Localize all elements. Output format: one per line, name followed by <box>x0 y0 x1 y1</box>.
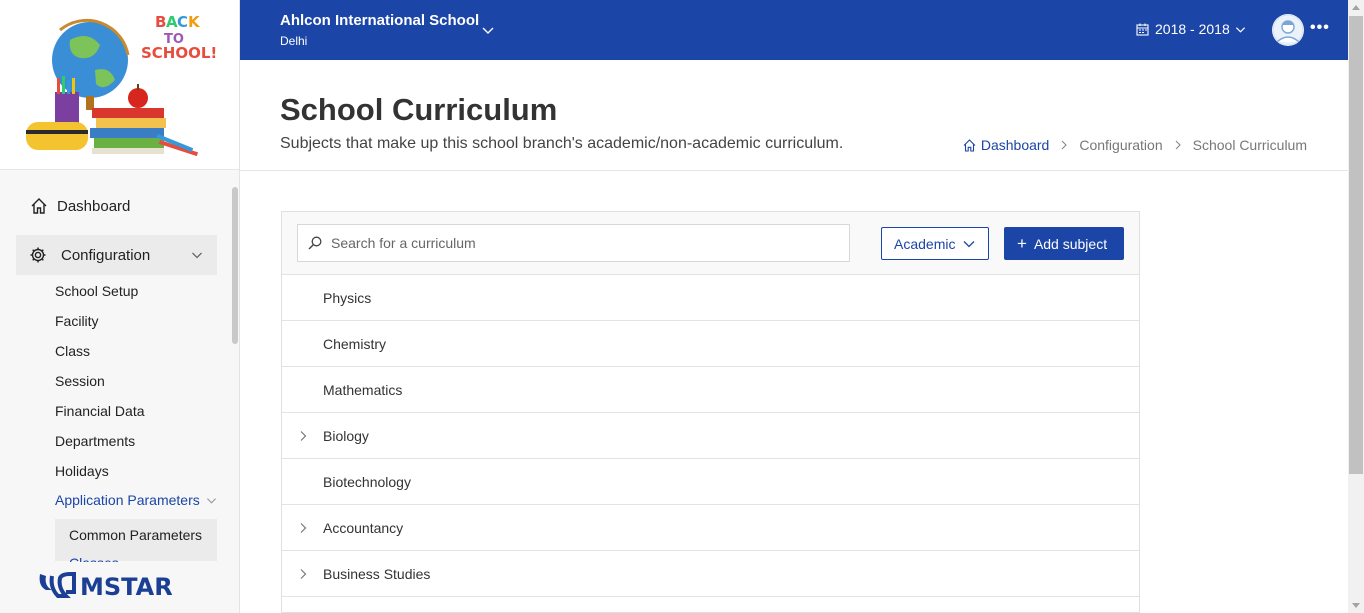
chevron-right-icon <box>1061 140 1068 150</box>
scroll-down-arrow-icon[interactable] <box>1352 603 1360 608</box>
subject-row-chemistry[interactable]: Chemistry <box>282 321 1139 367</box>
sidebar-subitem-class[interactable]: Class <box>55 343 90 359</box>
sidebar-scrollbar[interactable] <box>232 187 238 344</box>
sidebar-subitem-facility[interactable]: Facility <box>55 313 99 329</box>
user-avatar-icon <box>1272 14 1304 46</box>
sidebar-item-dashboard[interactable]: Dashboard <box>16 190 216 222</box>
subject-row-biology[interactable]: Biology <box>282 413 1139 459</box>
subject-name: Biotechnology <box>323 473 411 490</box>
sidebar: B A C K TO SCHOOL! Dashboard Configurati… <box>0 0 240 613</box>
expand-chevron-right-icon[interactable] <box>298 430 308 442</box>
search-icon <box>308 236 322 250</box>
school-logo: B A C K TO SCHOOL! <box>0 0 239 170</box>
breadcrumb-dashboard-link[interactable]: Dashboard <box>963 137 1050 153</box>
dropdown-label: Academic <box>894 235 956 252</box>
sidebar-item-configuration[interactable]: Configuration <box>16 235 217 275</box>
page-title: School Curriculum <box>280 92 558 127</box>
page-header: School Curriculum Subjects that make up … <box>240 60 1348 171</box>
subject-row-business-studies[interactable]: Business Studies <box>282 551 1139 597</box>
svg-text:SCHOOL!: SCHOOL! <box>141 44 217 62</box>
add-subject-label: Add subject <box>1033 235 1108 252</box>
add-subject-button[interactable]: + Add subject <box>1004 227 1124 260</box>
chevron-down-icon <box>1235 26 1245 33</box>
home-icon <box>31 198 47 214</box>
subject-row-accountancy[interactable]: Accountancy <box>282 505 1139 551</box>
subject-name: Chemistry <box>323 335 387 352</box>
expand-chevron-right-icon[interactable] <box>298 522 308 534</box>
sidebar-item-label: Dashboard <box>57 197 131 215</box>
sidebar-subitem-departments[interactable]: Departments <box>55 433 135 449</box>
search-input[interactable] <box>331 235 831 251</box>
sidebar-subitem-application-parameters[interactable]: Application Parameters <box>55 492 217 508</box>
chevron-down-icon <box>192 252 202 259</box>
subject-name: Biology <box>323 427 369 444</box>
subject-row-biotechnology[interactable]: Biotechnology <box>282 459 1139 505</box>
more-options-icon[interactable]: ••• <box>1310 19 1330 37</box>
curriculum-card: Academic + Add subject Physics Chemistry… <box>281 211 1140 613</box>
school-name[interactable]: Ahlcon International School <box>280 12 479 29</box>
chevron-right-icon <box>1175 140 1181 150</box>
top-header: Ahlcon International School Delhi 2018 -… <box>240 0 1348 60</box>
mstar-logo: MSTAR <box>0 562 239 613</box>
page-subtitle: Subjects that make up this school branch… <box>280 135 844 152</box>
sidebar-item-label: Application Parameters <box>55 492 200 508</box>
subject-row-physics[interactable]: Physics <box>282 275 1139 321</box>
sidebar-subitem-holidays[interactable]: Holidays <box>55 463 109 479</box>
sidebar-subitem-financial-data[interactable]: Financial Data <box>55 403 145 419</box>
expand-chevron-right-icon[interactable] <box>298 568 308 580</box>
subject-name: Business Studies <box>323 565 431 582</box>
calendar-icon <box>1136 23 1149 36</box>
sidebar-subitem-session[interactable]: Session <box>55 373 105 389</box>
page-scrollbar[interactable] <box>1348 0 1364 613</box>
scrollbar-thumb[interactable] <box>1349 16 1363 474</box>
breadcrumb-current: School Curriculum <box>1192 137 1307 153</box>
scroll-up-arrow-icon[interactable] <box>1352 5 1360 10</box>
sidebar-subitem-school-setup[interactable]: School Setup <box>55 283 138 299</box>
search-box[interactable] <box>297 224 850 262</box>
curriculum-toolbar: Academic + Add subject <box>282 212 1139 275</box>
svg-text:B: B <box>155 13 166 31</box>
subject-name: Accountancy <box>323 519 404 536</box>
svg-text:K: K <box>188 13 201 31</box>
subject-name: Physics <box>323 289 372 306</box>
mstar-brand-mark: MSTAR <box>0 562 239 613</box>
chevron-down-icon <box>964 240 975 247</box>
back-to-school-illustration: B A C K TO SCHOOL! <box>26 13 217 157</box>
year-selector[interactable]: 2018 - 2018 <box>1136 21 1246 37</box>
year-label: 2018 - 2018 <box>1155 21 1230 37</box>
subject-row-mathematics[interactable]: Mathematics <box>282 367 1139 413</box>
breadcrumb-home-label: Dashboard <box>980 137 1050 153</box>
sidebar-item-label: Configuration <box>61 246 151 264</box>
plus-icon: + <box>1017 234 1027 253</box>
curriculum-type-dropdown[interactable]: Academic <box>881 227 989 260</box>
subject-name: Mathematics <box>323 381 403 398</box>
gear-icon <box>30 247 46 263</box>
svg-text:C: C <box>177 13 188 31</box>
breadcrumb: Dashboard Configuration School Curriculu… <box>963 137 1307 153</box>
chevron-down-icon <box>206 497 216 504</box>
home-icon <box>963 138 976 152</box>
breadcrumb-configuration[interactable]: Configuration <box>1079 137 1162 153</box>
school-city: Delhi <box>280 34 308 48</box>
user-avatar[interactable] <box>1272 14 1304 46</box>
brand-text: MSTAR <box>80 573 173 601</box>
school-switch-chevron-down-icon[interactable] <box>481 23 495 37</box>
